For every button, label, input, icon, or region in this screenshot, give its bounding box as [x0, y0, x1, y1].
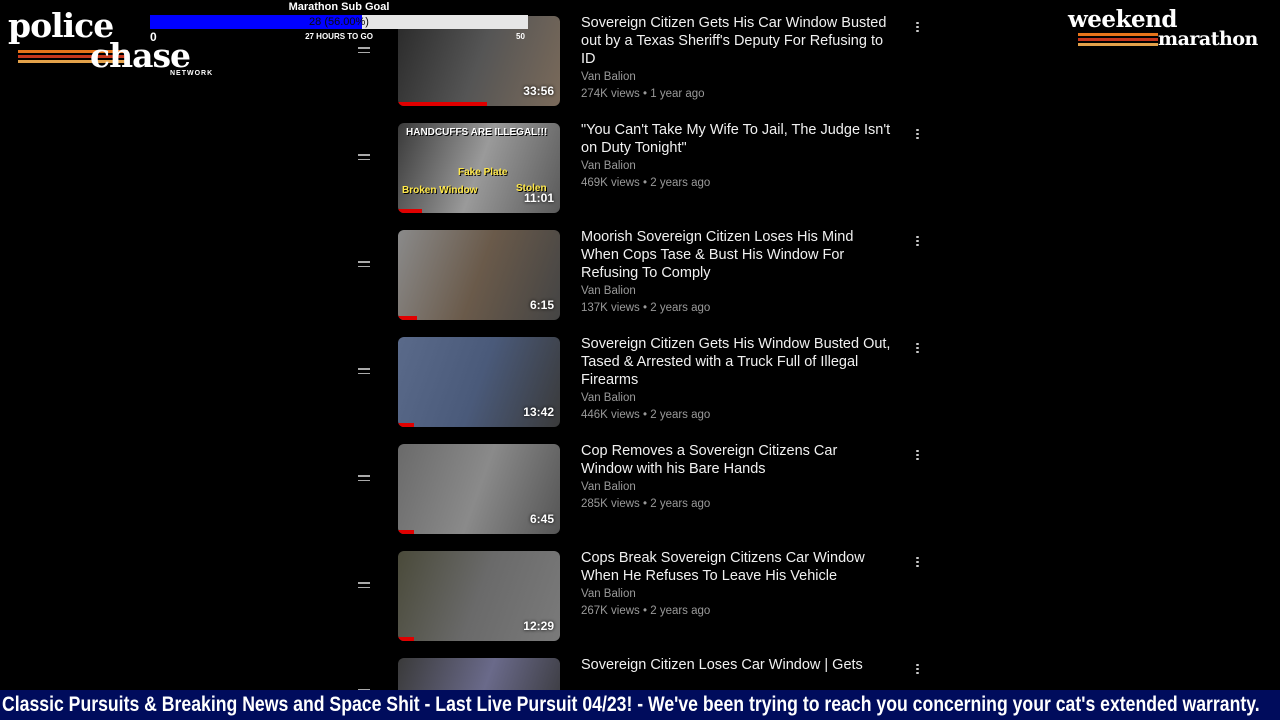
- playlist-item[interactable]: 6:15 Moorish Sovereign Citizen Loses His …: [350, 218, 940, 320]
- video-title[interactable]: Cops Break Sovereign Citizens Car Window…: [581, 549, 891, 585]
- watch-progress-bar: [398, 530, 415, 534]
- sub-goal-time-remaining: 27 HOURS TO GO: [305, 32, 373, 41]
- weekend-marathon-logo: weekend marathon: [1066, 6, 1278, 56]
- video-title[interactable]: Sovereign Citizen Gets His Window Busted…: [581, 335, 891, 389]
- drag-handle-icon[interactable]: [358, 44, 370, 64]
- video-duration: 13:42: [523, 405, 554, 419]
- video-duration: 6:45: [529, 512, 554, 526]
- thumbnail-label: Broken Window: [402, 185, 478, 196]
- video-title[interactable]: Moorish Sovereign Citizen Loses His Mind…: [581, 228, 891, 282]
- more-options-icon[interactable]: [916, 234, 920, 248]
- watch-progress-bar: [398, 102, 488, 106]
- playlist: 33:56 Sovereign Citizen Gets His Car Wind…: [350, 0, 950, 690]
- video-metadata: 285K views • 2 years ago: [581, 498, 711, 510]
- playlist-item[interactable]: 12:29 Cops Break Sovereign Citizens Car W…: [350, 539, 940, 641]
- sub-goal-progress-text: 28 (56.00%): [309, 16, 369, 28]
- video-metadata: 267K views • 2 years ago: [581, 605, 711, 617]
- sub-goal-max: 50: [516, 32, 525, 41]
- video-thumbnail[interactable]: HANDCUFFS ARE ILLEGAL!!! Broken Window Fak…: [398, 123, 560, 213]
- more-options-icon[interactable]: [916, 662, 920, 676]
- video-title[interactable]: Sovereign Citizen Loses Car Window | Get…: [581, 656, 891, 674]
- drag-handle-icon[interactable]: [358, 151, 370, 171]
- video-thumbnail[interactable]: 13:42: [398, 337, 560, 427]
- playlist-item[interactable]: 13:42 Sovereign Citizen Gets His Window B…: [350, 325, 940, 427]
- channel-name[interactable]: Van Balion: [581, 588, 636, 600]
- channel-name[interactable]: Van Balion: [581, 160, 636, 172]
- playlist-item[interactable]: 6:45 Cop Removes a Sovereign Citizens Car…: [350, 432, 940, 534]
- watch-progress-bar: [398, 316, 418, 320]
- video-thumbnail[interactable]: 6:15: [398, 230, 560, 320]
- ticker-text: Classic Pursuits & Breaking News and Spa…: [2, 693, 1260, 716]
- video-metadata: 469K views • 2 years ago: [581, 177, 711, 189]
- logo-marathon: marathon: [1158, 28, 1258, 50]
- channel-name[interactable]: Van Balion: [581, 481, 636, 493]
- video-duration: 12:29: [523, 619, 554, 633]
- sub-goal-widget: Marathon Sub Goal 28 (56.00%) 0 27 HOURS…: [150, 0, 528, 44]
- thumbnail-label: Fake Plate: [458, 167, 508, 178]
- logo-stripes-right: [1078, 33, 1158, 48]
- news-ticker: Classic Pursuits & Breaking News and Spa…: [0, 690, 1280, 720]
- logo-line-3: NETWORK: [170, 70, 214, 77]
- playlist-item[interactable]: Sovereign Citizen Loses Car Window | Get…: [350, 646, 940, 690]
- sub-goal-title: Marathon Sub Goal: [288, 1, 390, 13]
- watch-progress-bar: [398, 637, 415, 641]
- watch-progress-bar: [398, 423, 415, 427]
- video-title[interactable]: Sovereign Citizen Gets His Car Window Bu…: [581, 14, 891, 68]
- video-duration: 6:15: [529, 298, 554, 312]
- channel-name[interactable]: Van Balion: [581, 392, 636, 404]
- channel-name[interactable]: Van Balion: [581, 285, 636, 297]
- drag-handle-icon[interactable]: [358, 472, 370, 492]
- playlist-item[interactable]: HANDCUFFS ARE ILLEGAL!!! Broken Window Fak…: [350, 111, 940, 213]
- sub-goal-bar: 28 (56.00%): [150, 15, 528, 29]
- video-metadata: 274K views • 1 year ago: [581, 88, 705, 100]
- more-options-icon[interactable]: [916, 127, 920, 141]
- video-thumbnail[interactable]: 12:29: [398, 551, 560, 641]
- more-options-icon[interactable]: [916, 448, 920, 462]
- more-options-icon[interactable]: [916, 20, 920, 34]
- watch-progress-bar: [398, 209, 423, 213]
- video-title[interactable]: "You Can't Take My Wife To Jail, The Jud…: [581, 121, 891, 157]
- video-duration: 33:56: [523, 84, 554, 98]
- drag-handle-icon[interactable]: [358, 258, 370, 278]
- video-duration: 11:01: [523, 191, 554, 205]
- video-metadata: 446K views • 2 years ago: [581, 409, 711, 421]
- drag-handle-icon[interactable]: [358, 579, 370, 599]
- thumbnail-caption: HANDCUFFS ARE ILLEGAL!!!: [406, 127, 548, 138]
- more-options-icon[interactable]: [916, 341, 920, 355]
- video-thumbnail[interactable]: 6:45: [398, 444, 560, 534]
- more-options-icon[interactable]: [916, 555, 920, 569]
- drag-handle-icon[interactable]: [358, 365, 370, 385]
- video-thumbnail[interactable]: [398, 658, 560, 690]
- channel-name[interactable]: Van Balion: [581, 71, 636, 83]
- video-metadata: 137K views • 2 years ago: [581, 302, 711, 314]
- video-title[interactable]: Cop Removes a Sovereign Citizens Car Win…: [581, 442, 891, 478]
